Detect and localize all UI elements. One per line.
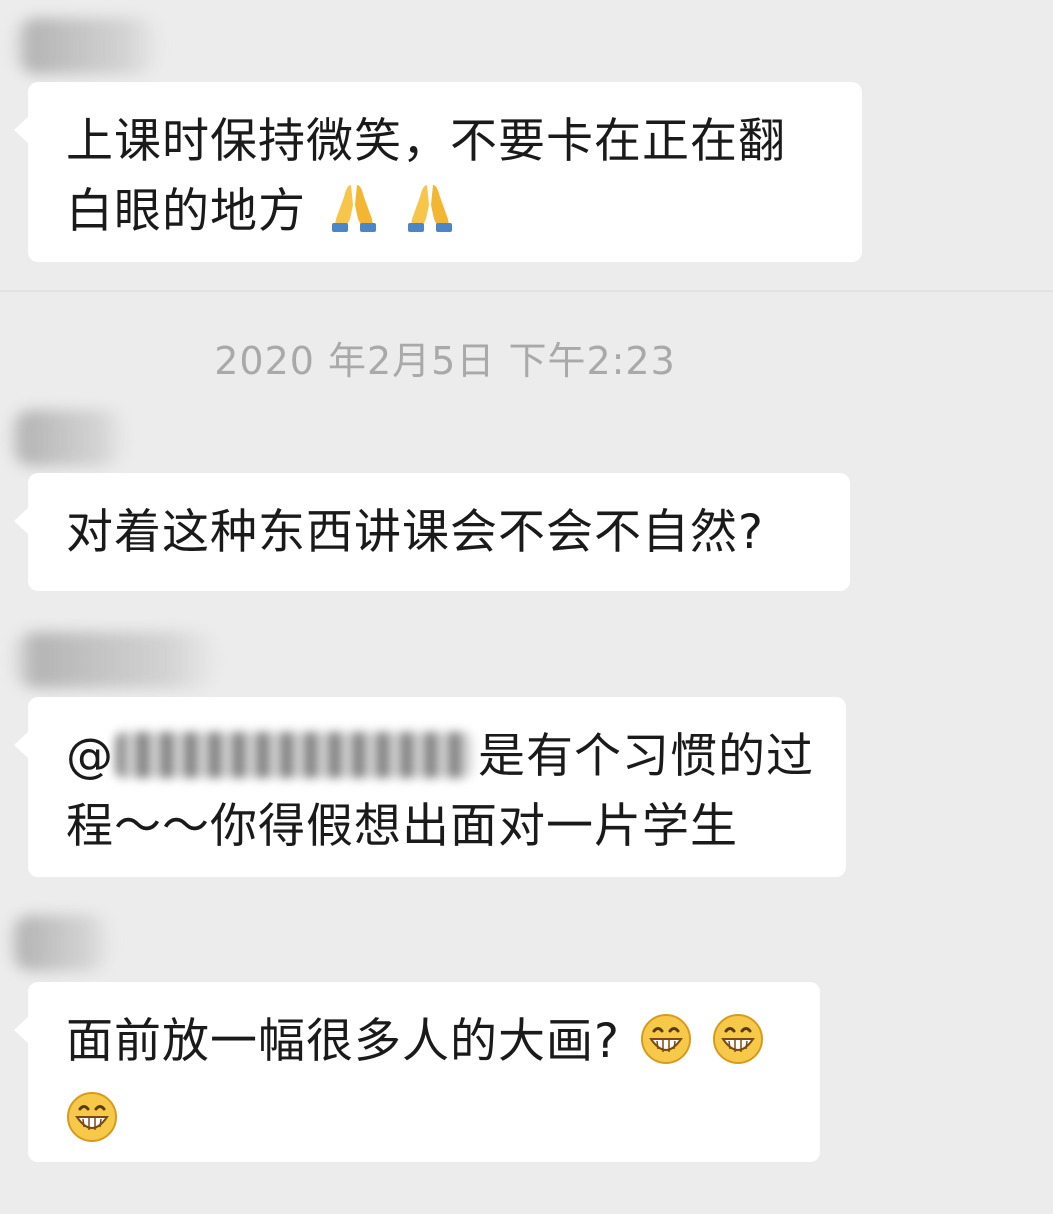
message-text-line: 白眼的地方	[66, 184, 306, 239]
message-bubble[interactable]: @ 是有个习惯的过 程～～你得假想出面对一片学生	[14, 697, 846, 877]
grinning-face-icon	[640, 1013, 692, 1085]
sender-name-blurred	[8, 410, 128, 466]
mention-name-blurred[interactable]	[116, 732, 472, 778]
folded-hands-icon	[326, 179, 382, 255]
chat-screen: 上课时保持微笑，不要卡在正在翻 白眼的地方 2020 年2月5日 下午2:23 …	[0, 0, 1053, 1214]
message-bubble[interactable]: 上课时保持微笑，不要卡在正在翻 白眼的地方	[14, 82, 862, 262]
message-bubble[interactable]: 对着这种东西讲课会不会不自然?	[14, 473, 850, 591]
message-bubble[interactable]: 面前放一幅很多人的大画?	[14, 982, 820, 1163]
sender-name-blurred	[8, 915, 113, 971]
section-divider	[0, 290, 1053, 292]
message-text-line: 面前放一幅很多人的大画?	[66, 1014, 620, 1069]
message-text-line: 对着这种东西讲课会不会不自然?	[66, 505, 764, 560]
sender-name-blurred	[10, 632, 220, 688]
folded-hands-icon	[402, 179, 458, 255]
grinning-face-icon	[712, 1013, 764, 1085]
message-text-line: 是有个习惯的过	[478, 729, 814, 784]
mention-prefix: @	[66, 729, 114, 784]
timestamp: 2020 年2月5日 下午2:23	[214, 339, 676, 383]
grinning-face-icon	[66, 1091, 118, 1163]
message-text-line: 上课时保持微笑，不要卡在正在翻	[66, 114, 786, 169]
message-text-line: 程～～你得假想出面对一片学生	[66, 799, 738, 854]
sender-name-blurred	[12, 18, 162, 74]
